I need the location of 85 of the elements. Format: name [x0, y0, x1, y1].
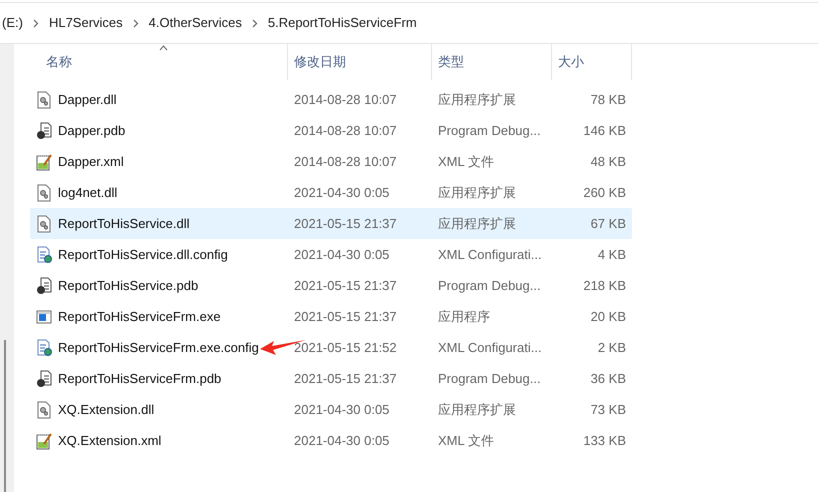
modified-date: 2021-05-15 21:37 — [293, 370, 398, 388]
file-type: XML Configurati... — [437, 246, 543, 264]
document-disc-icon — [36, 276, 52, 294]
modified-date: 2014-08-28 10:07 — [293, 152, 398, 171]
document-globe-icon — [36, 246, 52, 264]
gear-file-icon — [36, 90, 52, 108]
column-header[interactable]: 大小 — [552, 44, 632, 80]
file-type: 应用程序扩展 — [437, 90, 517, 109]
file-size: 218 KB — [582, 276, 627, 295]
breadcrumb-item[interactable]: (E:) — [2, 13, 23, 33]
notepad-pencil-icon — [36, 432, 52, 450]
chevron-right-icon — [32, 18, 39, 28]
file-name: log4net.dll — [58, 184, 118, 202]
document-disc-icon — [36, 370, 52, 388]
file-name: XQ.Extension.dll — [58, 400, 154, 419]
file-type: 应用程序扩展 — [437, 214, 517, 233]
modified-date: 2021-04-30 0:05 — [293, 184, 390, 202]
breadcrumb-item[interactable]: HL7Services — [48, 13, 123, 33]
file-size: 133 KB — [582, 432, 627, 450]
sort-caret-icon — [158, 45, 168, 51]
modified-date: 2021-05-15 21:37 — [293, 214, 398, 233]
chevron-right-icon — [252, 18, 258, 28]
file-type: XML 文件 — [437, 152, 495, 171]
notepad-pencil-icon — [36, 152, 52, 170]
file-row[interactable]: ReportToHisService.dll.config 2021-04-30 0:05 XML Configurati... 4 KB — [30, 239, 632, 270]
document-globe-icon — [36, 338, 52, 356]
chevron-right-icon — [132, 18, 139, 28]
file-type: XML 文件 — [437, 432, 495, 450]
file-name: ReportToHisService.pdb — [58, 276, 198, 295]
file-name: Dapper.pdb — [58, 122, 126, 140]
gear-file-icon — [36, 184, 52, 202]
file-type: 应用程序 — [437, 308, 491, 326]
file-size: 4 KB — [596, 246, 627, 264]
file-type: XML Configurati... — [437, 338, 543, 357]
file-type: 应用程序扩展 — [437, 184, 517, 202]
file-name: Dapper.dll — [58, 90, 117, 109]
file-name: ReportToHisServiceFrm.exe.config — [58, 338, 259, 357]
column-header[interactable]: 修改日期 — [288, 44, 432, 80]
gear-file-icon — [36, 214, 52, 232]
file-name: ReportToHisServiceFrm.exe — [58, 308, 221, 326]
file-type: Program Debug... — [437, 122, 542, 140]
file-size: 73 KB — [590, 400, 627, 419]
file-type: Program Debug... — [437, 276, 542, 295]
file-size: 78 KB — [590, 90, 627, 109]
modified-date: 2021-04-30 0:05 — [293, 400, 390, 419]
file-size: 20 KB — [590, 308, 627, 326]
modified-date: 2014-08-28 10:07 — [293, 90, 398, 109]
file-row[interactable]: ReportToHisServiceFrm.pdb 2021-05-15 21:37 Program Debug... 36 KB — [30, 363, 632, 394]
modified-date: 2014-08-28 10:07 — [293, 122, 398, 140]
file-name: ReportToHisService.dll — [58, 214, 190, 233]
file-row[interactable]: log4net.dll 2021-04-30 0:05 应用程序扩展 260 KB — [30, 177, 632, 208]
file-size: 260 KB — [582, 184, 627, 202]
file-size: 67 KB — [590, 214, 627, 233]
file-row[interactable]: ReportToHisServiceFrm.exe.config 2021-05-15 21:52 XML Configurati... 2 KB — [30, 332, 632, 363]
file-type: Program Debug... — [437, 370, 542, 388]
file-size: 36 KB — [590, 370, 627, 388]
file-row[interactable]: ReportToHisService.dll 2021-05-15 21:37 应用程序扩展 67 KB — [30, 208, 632, 239]
file-row[interactable]: XQ.Extension.dll 2021-04-30 0:05 应用程序扩展 73 KB — [30, 394, 632, 425]
file-name: XQ.Extension.xml — [58, 432, 162, 450]
file-size: 48 KB — [590, 152, 627, 171]
file-size: 2 KB — [596, 338, 627, 357]
file-type: 应用程序扩展 — [437, 400, 517, 419]
scrollbar-thumb[interactable] — [4, 340, 6, 492]
file-size: 146 KB — [582, 122, 627, 140]
file-row[interactable]: ReportToHisService.pdb 2021-05-15 21:37 Program Debug... 218 KB — [30, 270, 632, 301]
file-row[interactable]: XQ.Extension.xml 2021-04-30 0:05 XML 文件 133 KB — [30, 425, 632, 456]
file-name: Dapper.xml — [58, 152, 124, 171]
column-header[interactable]: 名称 — [30, 44, 288, 80]
file-name: ReportToHisService.dll.config — [58, 246, 228, 264]
column-header[interactable]: 类型 — [432, 44, 552, 80]
gear-file-icon — [36, 400, 52, 418]
file-row[interactable]: ReportToHisServiceFrm.exe 2021-05-15 21:37 应用程序 20 KB — [30, 301, 632, 332]
window-app-icon — [36, 308, 52, 326]
breadcrumb-item[interactable]: 4.OtherServices — [148, 13, 242, 33]
breadcrumb-item[interactable]: 5.ReportToHisServiceFrm — [268, 13, 417, 33]
modified-date: 2021-05-15 21:37 — [293, 308, 398, 326]
modified-date: 2021-05-15 21:52 — [293, 338, 398, 357]
document-disc-icon — [36, 122, 52, 140]
file-row[interactable]: Dapper.pdb 2014-08-28 10:07 Program Debug... 146 KB — [30, 115, 632, 146]
file-name: ReportToHisServiceFrm.pdb — [58, 370, 222, 388]
file-row[interactable]: Dapper.dll 2014-08-28 10:07 应用程序扩展 78 KB — [30, 84, 632, 115]
file-row[interactable]: Dapper.xml 2014-08-28 10:07 XML 文件 48 KB — [30, 146, 632, 177]
modified-date: 2021-04-30 0:05 — [293, 432, 390, 450]
modified-date: 2021-05-15 21:37 — [293, 276, 398, 295]
modified-date: 2021-04-30 0:05 — [293, 246, 390, 264]
